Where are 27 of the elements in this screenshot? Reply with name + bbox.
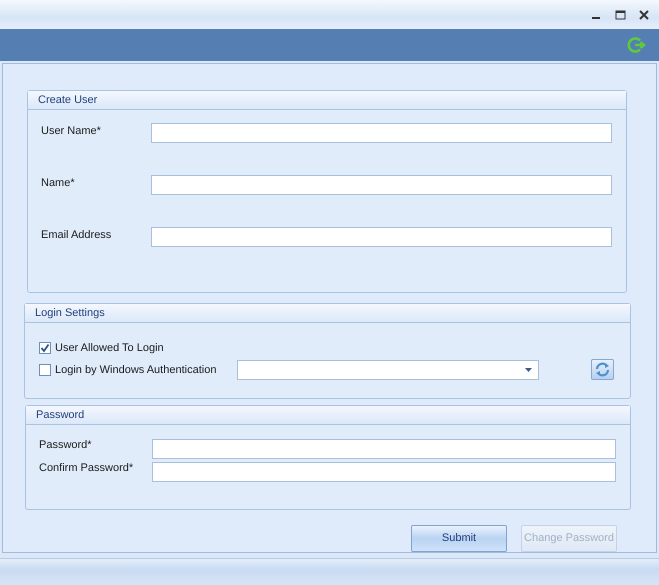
group-title: Password [26, 406, 630, 425]
dropdown-field[interactable] [237, 360, 539, 380]
minimize-icon [592, 16, 600, 18]
dropdown-arrow-icon [525, 368, 532, 372]
close-button[interactable] [637, 8, 651, 22]
exit-icon[interactable] [627, 34, 647, 55]
field-label: Password* [39, 438, 93, 451]
input-field[interactable] [151, 226, 612, 247]
checkbox[interactable] [39, 364, 51, 376]
maximize-icon [614, 10, 626, 20]
checkbox[interactable] [39, 342, 51, 354]
input-field[interactable] [152, 438, 616, 459]
submit-button[interactable]: Submit [411, 524, 507, 552]
group-title: Create User [28, 90, 626, 110]
maximize-button[interactable] [613, 8, 627, 22]
field-label: Confirm Password* [39, 462, 134, 474]
checkbox-label: User Allowed To Login [55, 342, 164, 354]
checkbox-label: Login by Windows Authentication [55, 364, 216, 376]
field-label: Email Address [41, 228, 112, 241]
input-field[interactable] [151, 174, 612, 195]
field-label: User Name* [41, 124, 102, 137]
field-label: Name* [41, 176, 76, 189]
input-field[interactable] [152, 462, 616, 482]
input-field[interactable] [151, 122, 612, 143]
group-title: Login Settings [25, 304, 630, 323]
close-icon [639, 10, 649, 20]
refresh-button[interactable] [591, 359, 614, 380]
